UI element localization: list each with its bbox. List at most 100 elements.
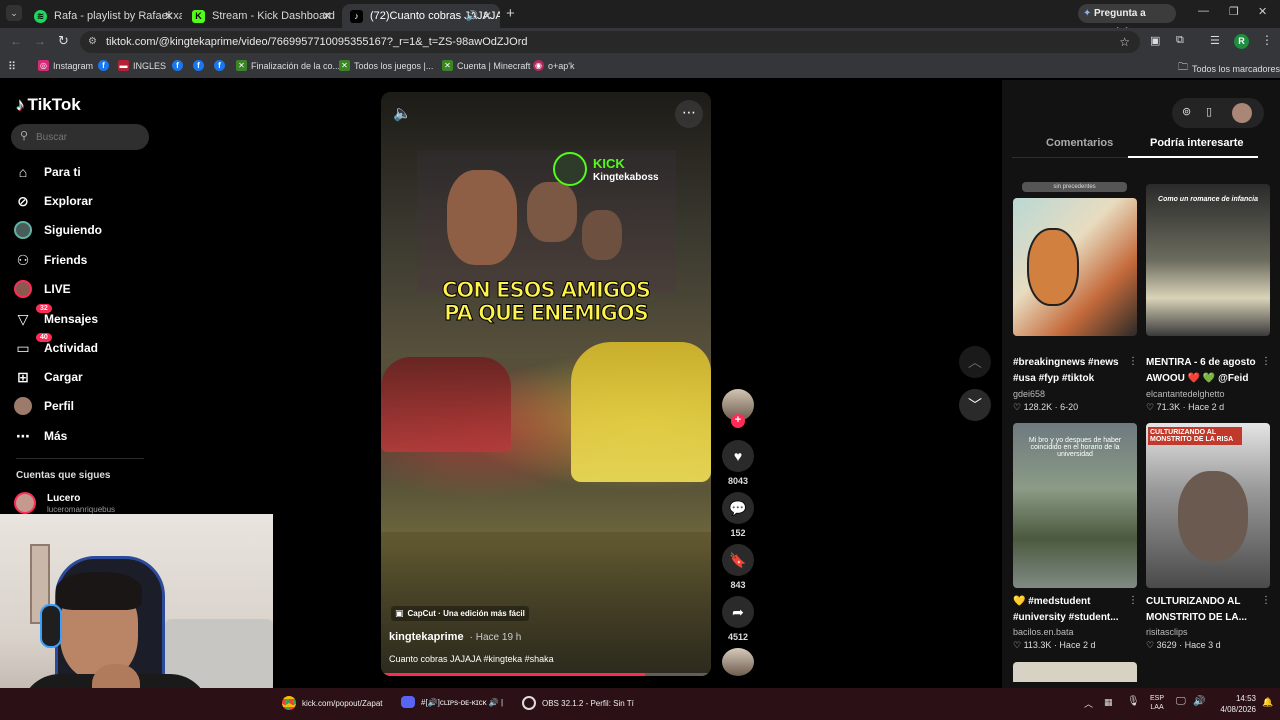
user-avatar[interactable] xyxy=(1232,103,1252,123)
tab-kick[interactable]: K Stream - Kick Dashboard ✕ xyxy=(184,4,340,28)
capcut-tag[interactable]: ▣ CapCut · Una edición más fácil xyxy=(391,606,529,621)
thumbnail-face xyxy=(1178,471,1248,561)
bookmark-minecraft[interactable]: ✕ Cuenta | Minecraft xyxy=(442,60,530,71)
stats-text: 113.3K · Hace 2 d xyxy=(1023,640,1096,650)
creator-avatar[interactable]: + xyxy=(722,389,754,428)
device-icon[interactable]: ▯ xyxy=(1206,105,1212,118)
bookmark-facebook[interactable]: f xyxy=(193,60,204,71)
recommended-video-thumbnail[interactable]: CULTURIZANDO AL MONSTRITO DE LA RISA xyxy=(1146,423,1270,588)
sidebar-item-label: Mensajes xyxy=(44,312,99,326)
video-player[interactable]: 🔈 ⋯ KICK Kingtekaboss CON ESOS AMIGOS PA… xyxy=(381,92,711,676)
bookmark-ingles[interactable]: ▬ INGLES xyxy=(118,60,166,71)
forward-icon[interactable]: → xyxy=(34,34,46,48)
taskbar-discord[interactable]: #[🔊]ᴄʟɪᴘs-ᴅᴇ-ᴋɪᴄᴋ 🔊 | xyxy=(401,696,503,708)
network-icon[interactable]: 🖵 xyxy=(1176,696,1186,707)
new-tab-button[interactable]: + xyxy=(506,5,515,22)
search-input[interactable] xyxy=(36,129,141,145)
bookmark-instagram[interactable]: ◎ Instagram xyxy=(38,60,93,71)
recommended-video-author[interactable]: risitasclips xyxy=(1146,627,1188,637)
search-bar[interactable]: ⚲ xyxy=(11,124,149,150)
following-account[interactable]: Lucero luceromanriquebus xyxy=(14,492,154,514)
sidebar-item-live[interactable]: LIVE xyxy=(14,280,71,298)
volume-tray-icon[interactable]: 🔊 xyxy=(1193,696,1205,707)
video-author[interactable]: kingtekaprime xyxy=(389,631,464,643)
tab-comentarios[interactable]: Comentarios xyxy=(1046,137,1113,149)
video-progress-bar[interactable] xyxy=(381,673,711,676)
sidebar-item-mas[interactable]: ⋯ Más xyxy=(14,427,67,445)
bookmark-facebook[interactable]: f xyxy=(214,60,225,71)
recommended-video-title[interactable]: MENTIRA - 6 de agosto AWOOU ❤️ 💚 @Feid xyxy=(1146,355,1264,387)
prev-video-button[interactable]: ︿ xyxy=(959,346,991,378)
profile-avatar[interactable]: R xyxy=(1234,34,1249,49)
card-more-icon[interactable]: ⋮ xyxy=(1261,356,1271,367)
tray-app-icon[interactable]: ▦ xyxy=(1104,697,1113,708)
chrome-menu-icon[interactable]: ⋮ xyxy=(1261,33,1273,47)
apps-icon[interactable]: ⠿ xyxy=(8,60,16,73)
more-options-button[interactable]: ⋯ xyxy=(675,100,703,128)
recommended-video-author[interactable]: elcantantedelghetto xyxy=(1146,389,1225,399)
sidebar-item-actividad[interactable]: ▭ 40 Actividad xyxy=(14,333,98,357)
gemini-button[interactable]: ✦ Pregunta a Gemini xyxy=(1078,4,1176,38)
recommended-video-title[interactable]: CULTURIZANDO AL MONSTRITO DE LA... xyxy=(1146,594,1264,626)
reload-icon[interactable]: ↻ xyxy=(58,33,69,49)
close-window-button[interactable]: ✕ xyxy=(1258,5,1267,18)
bookmark-star-icon[interactable]: ☆ xyxy=(1119,31,1130,53)
extensions-icon[interactable]: ⧉ xyxy=(1176,34,1184,47)
recommended-video-author[interactable]: bacilos.en.bata xyxy=(1013,627,1074,637)
card-more-icon[interactable]: ⋮ xyxy=(1128,356,1138,367)
close-tab-icon[interactable]: ✕ xyxy=(482,9,492,23)
sidebar-item-siguiendo[interactable]: Siguiendo xyxy=(14,221,102,239)
screen-cast-icon[interactable]: ▣ xyxy=(1150,34,1160,47)
tray-chevron-icon[interactable]: ︿ xyxy=(1084,697,1093,710)
like-button[interactable]: ♥ 8043 xyxy=(722,440,754,486)
sidebar-item-perfil[interactable]: Perfil xyxy=(14,397,74,415)
back-icon[interactable]: ← xyxy=(10,34,22,48)
minimize-button[interactable]: — xyxy=(1198,5,1209,17)
card-more-icon[interactable]: ⋮ xyxy=(1261,595,1271,606)
address-bar[interactable]: ⚙ tiktok.com/@kingtekaprime/video/766995… xyxy=(80,31,1140,53)
close-tab-icon[interactable]: ✕ xyxy=(322,9,332,23)
taskbar-chrome[interactable]: kick.com/popout/Zapat xyxy=(282,696,382,710)
all-bookmarks[interactable]: 🗀 Todos los marcadores xyxy=(1178,60,1280,77)
sound-disc[interactable] xyxy=(722,648,754,676)
microphone-icon[interactable]: 🎙 xyxy=(1127,696,1140,707)
taskbar-obs[interactable]: OBS 32.1.2 - Perfil: Sin Tí xyxy=(522,696,634,710)
next-video-button[interactable]: ﹀ xyxy=(959,389,991,421)
close-tab-icon[interactable]: ✕ xyxy=(164,9,174,23)
site-info-icon[interactable]: ⚙ xyxy=(88,31,97,53)
save-button[interactable]: 🔖 843 xyxy=(722,544,754,590)
heart-icon: ♥ xyxy=(722,440,754,472)
recommended-video-thumbnail[interactable]: Mi bro y yo despues de haber coincidido … xyxy=(1013,423,1137,588)
recommended-video-title[interactable]: 💛 #medstudent #university #student... xyxy=(1013,594,1131,626)
sidebar-item-para-ti[interactable]: ⌂ Para ti xyxy=(14,163,81,181)
sidebar-item-mensajes[interactable]: ▽ 32 Mensajes xyxy=(14,304,99,328)
recommended-video-thumbnail[interactable] xyxy=(1013,198,1137,336)
sidebar-item-cargar[interactable]: ⊞ Cargar xyxy=(14,368,83,386)
card-more-icon[interactable]: ⋮ xyxy=(1128,595,1138,606)
bookmark-facebook[interactable]: f xyxy=(172,60,183,71)
recommended-video-thumbnail[interactable]: Como un romance de infancia xyxy=(1146,184,1270,336)
clock[interactable]: 14:53 4/08/2026 xyxy=(1218,693,1256,715)
language-indicator[interactable]: ESP LAA xyxy=(1150,694,1164,712)
bookmark-facebook[interactable]: f xyxy=(98,60,109,71)
maximize-button[interactable]: ❐ xyxy=(1229,5,1239,18)
reading-list-icon[interactable]: ☰ xyxy=(1210,34,1220,47)
bookmark-finalizacion[interactable]: ✕ Finalización de la co... xyxy=(236,60,340,71)
recommended-video-author[interactable]: gdei658 xyxy=(1013,389,1045,399)
tab-tiktok[interactable]: ♪ (72)Cuanto cobras JAJAJA 🔊 ✕ xyxy=(342,4,500,28)
follow-plus-icon[interactable]: + xyxy=(731,414,745,428)
tab-podria-interesarte[interactable]: Podría interesarte xyxy=(1150,137,1244,149)
recommended-video-title[interactable]: #breakingnews #news #usa #fyp #tiktok xyxy=(1013,355,1131,387)
tab-spotify[interactable]: ≋ Rafa - playlist by Rafael.xared | ✕ xyxy=(26,4,182,28)
volume-icon[interactable]: 🔈 xyxy=(393,104,412,122)
share-button[interactable]: ➦ 4512 xyxy=(722,596,754,642)
creator-tools-icon[interactable]: ⊚ xyxy=(1182,105,1191,118)
tiktok-logo[interactable]: ♪ TikTok xyxy=(16,95,81,115)
sidebar-item-friends[interactable]: ⚇ Friends xyxy=(14,251,88,269)
comment-button[interactable]: 💬 152 xyxy=(722,492,754,538)
tab-search-button[interactable]: ⌄ xyxy=(6,5,22,21)
notification-bell-icon[interactable]: 🔔 xyxy=(1262,697,1273,708)
sidebar-item-explorar[interactable]: ⊘ Explorar xyxy=(14,192,93,210)
bookmark-todos-juegos[interactable]: ✕ Todos los juegos |... xyxy=(339,60,433,71)
bookmark-apk[interactable]: ◉ o+ap'k xyxy=(533,60,575,71)
